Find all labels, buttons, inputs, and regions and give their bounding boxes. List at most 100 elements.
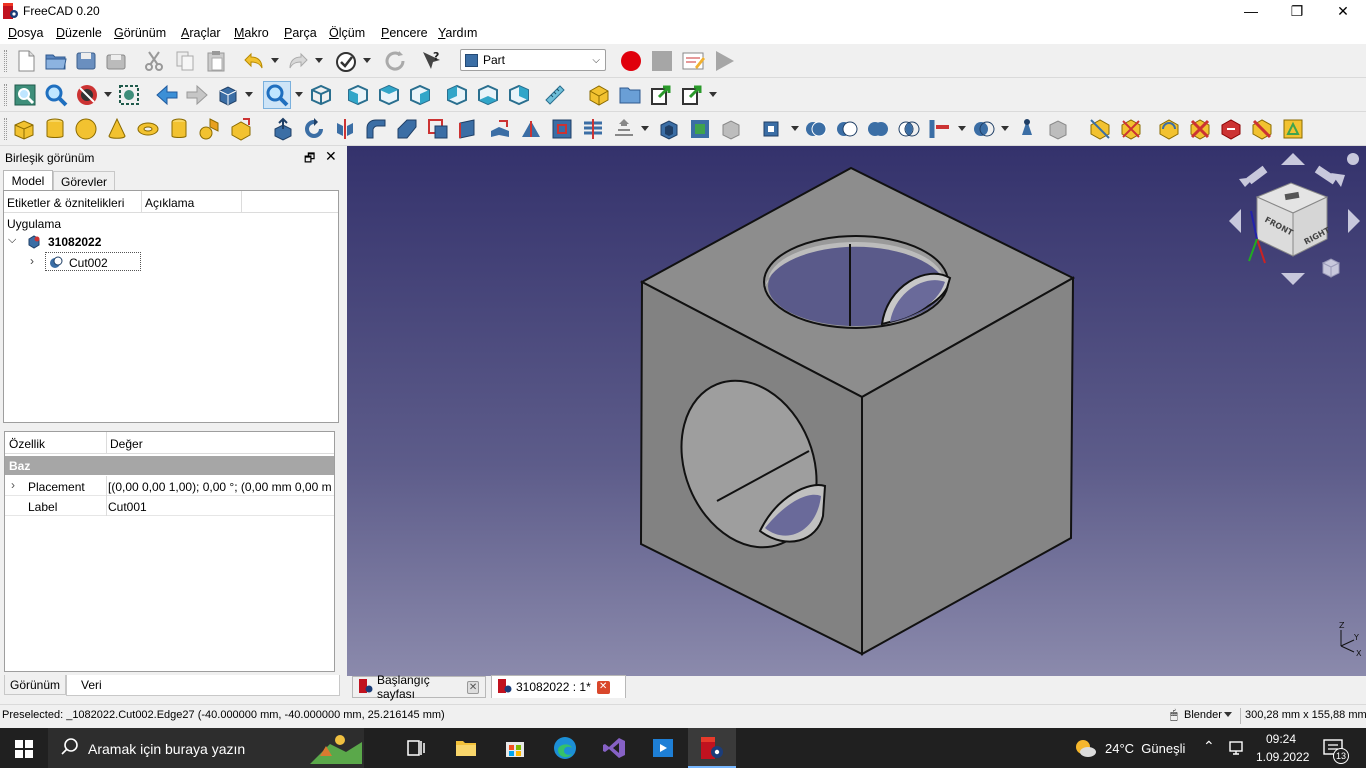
thickness-icon[interactable] [655, 115, 683, 143]
undo-dropdown-icon[interactable] [271, 58, 279, 63]
chamfer-icon[interactable] [393, 115, 421, 143]
menu-yardim[interactable]: Yardım [438, 26, 477, 40]
compound-dropdown-icon[interactable] [791, 126, 799, 131]
left-view-icon[interactable] [505, 81, 533, 109]
close-panel-icon[interactable]: ✕ [325, 148, 337, 165]
weather-text[interactable]: 24°C Güneşli [1105, 741, 1185, 756]
compound-tools-icon[interactable] [759, 115, 787, 143]
save-as-icon[interactable] [102, 47, 130, 75]
offset-dropdown-icon[interactable] [641, 126, 649, 131]
media-player-icon[interactable] [651, 736, 675, 763]
3d-model-view[interactable] [347, 146, 1366, 676]
draw-style-icon[interactable] [73, 81, 101, 109]
tree-item-cut002[interactable]: Cut002 [45, 252, 141, 271]
bounding-box-icon[interactable] [115, 81, 143, 109]
fuse-icon[interactable] [864, 115, 892, 143]
property-group-row[interactable]: Baz [5, 456, 334, 475]
boolean-icon[interactable] [802, 115, 830, 143]
menu-gorunum[interactable]: Görünüm [114, 26, 166, 40]
edge-browser-icon[interactable] [553, 736, 577, 763]
defeaturing-icon[interactable] [1044, 115, 1072, 143]
taskbar-search-box[interactable]: Aramak için buraya yazın [48, 728, 364, 768]
toolbar-grip[interactable] [4, 84, 7, 106]
cone-icon[interactable] [103, 115, 131, 143]
macro-run-icon[interactable] [710, 47, 738, 75]
weather-sun-icon[interactable] [1073, 737, 1097, 762]
toolbar-grip[interactable] [4, 118, 7, 140]
menu-makro[interactable]: Makro [234, 26, 269, 40]
model-tree[interactable]: Etiketler & öznitelikleri Açıklama Uygul… [3, 190, 339, 423]
new-file-icon[interactable] [12, 47, 40, 75]
revolve-icon[interactable] [300, 115, 328, 143]
color-per-face-icon[interactable] [717, 115, 745, 143]
cut-boolean-icon[interactable] [833, 115, 861, 143]
zoom-icon[interactable] [263, 81, 291, 109]
loft-icon[interactable] [486, 115, 514, 143]
menu-parca[interactable]: Parça [284, 26, 317, 40]
tab-view[interactable]: Görünüm [4, 675, 66, 695]
measure-refresh-icon[interactable] [1155, 115, 1183, 143]
undock-icon[interactable]: 🗗 [304, 149, 315, 170]
ruled-surface-icon[interactable] [455, 115, 483, 143]
common-icon[interactable] [895, 115, 923, 143]
sweep-icon[interactable] [517, 115, 545, 143]
isometric-view-icon[interactable] [307, 81, 335, 109]
measure-clear-all-icon[interactable] [1186, 115, 1214, 143]
measure-linear-icon[interactable] [1086, 115, 1114, 143]
sphere-icon[interactable] [72, 115, 100, 143]
check-geometry-icon[interactable] [1013, 115, 1041, 143]
property-value[interactable]: [(0,00 0,00 1,00); 0,00 °; (0,00 mm 0,00… [108, 480, 332, 494]
property-row-label[interactable]: Label Cut001 [5, 496, 334, 516]
recompute-icon[interactable] [381, 47, 409, 75]
tree-col-description[interactable]: Açıklama [145, 196, 194, 210]
create-group-icon[interactable] [616, 81, 644, 109]
tab-document[interactable]: 31082022 : 1* ✕ [491, 675, 626, 698]
section-icon[interactable] [548, 115, 576, 143]
store-icon[interactable] [504, 737, 526, 762]
expand-chevron-icon[interactable]: › [11, 478, 15, 492]
tube-icon[interactable] [165, 115, 193, 143]
redo-icon[interactable] [284, 47, 312, 75]
bottom-view-icon[interactable] [474, 81, 502, 109]
tab-model[interactable]: Model [3, 170, 53, 190]
projection-icon[interactable] [686, 115, 714, 143]
primitives-icon[interactable] [196, 115, 224, 143]
splitting-icon[interactable] [970, 115, 998, 143]
cube-icon[interactable] [10, 115, 38, 143]
property-value[interactable]: Cut001 [108, 500, 147, 514]
refresh-check-icon[interactable] [332, 47, 360, 75]
save-icon[interactable] [72, 47, 100, 75]
tab-tasks[interactable]: Görevler [53, 171, 115, 190]
create-part-icon[interactable] [585, 81, 613, 109]
menu-araclar[interactable]: Araçlar [181, 26, 221, 40]
cylinder-icon[interactable] [41, 115, 69, 143]
collapsed-chevron-icon[interactable]: › [30, 254, 34, 268]
cut-icon[interactable] [140, 47, 168, 75]
measure-toggle-all-icon[interactable] [1217, 115, 1245, 143]
tree-col-labels[interactable]: Etiketler & öznitelikleri [7, 196, 124, 210]
property-row-placement[interactable]: › Placement [(0,00 0,00 1,00); 0,00 °; (… [5, 476, 334, 496]
join-features-icon[interactable] [926, 115, 954, 143]
fit-selection-icon[interactable] [42, 81, 70, 109]
measure-distance-icon[interactable] [541, 81, 569, 109]
std-views-dropdown-icon[interactable] [245, 92, 253, 97]
measure-angular-icon[interactable] [1117, 115, 1145, 143]
macro-record-icon[interactable] [617, 47, 645, 75]
nav-forward-icon[interactable] [183, 81, 211, 109]
whats-this-icon[interactable]: ? [418, 47, 446, 75]
maximize-button[interactable]: ❐ [1274, 0, 1320, 22]
nav-style-dropdown-icon[interactable] [1224, 712, 1232, 717]
close-button[interactable]: ✕ [1320, 0, 1366, 22]
fillet-icon[interactable] [362, 115, 390, 143]
task-view-icon[interactable] [406, 738, 426, 761]
cross-sections-icon[interactable] [579, 115, 607, 143]
make-face-icon[interactable] [424, 115, 452, 143]
tab-data[interactable]: Veri [66, 675, 340, 696]
close-tab-icon[interactable]: ✕ [467, 680, 479, 694]
join-dropdown-icon[interactable] [958, 126, 966, 131]
paste-icon[interactable] [202, 47, 230, 75]
create-link-icon[interactable] [647, 81, 675, 109]
cube-with-holes[interactable] [639, 166, 1076, 656]
file-explorer-icon[interactable] [455, 738, 477, 761]
minimize-button[interactable]: — [1228, 0, 1274, 22]
